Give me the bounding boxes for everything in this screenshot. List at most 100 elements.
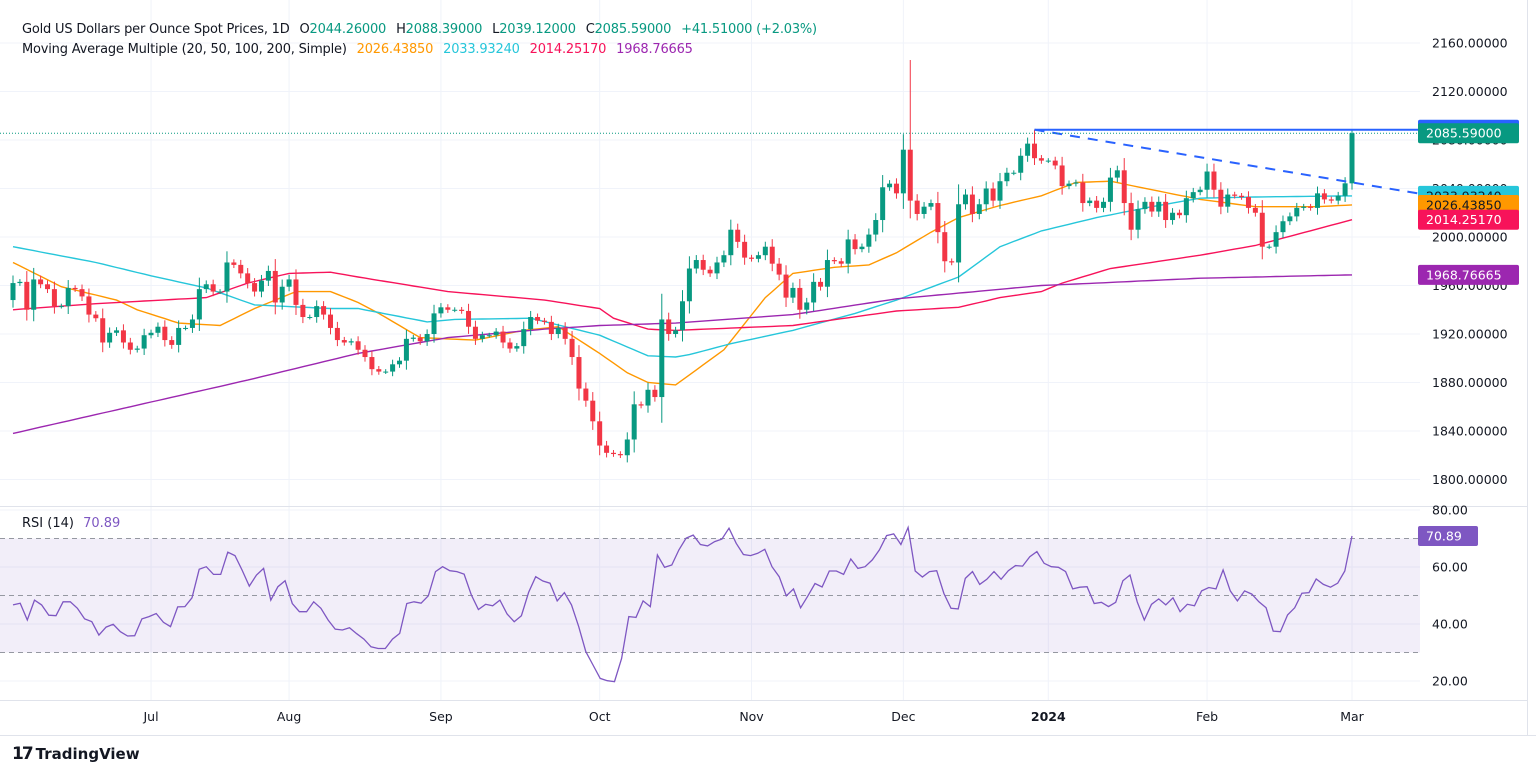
candle-body	[1011, 172, 1017, 174]
candle-body	[452, 309, 458, 311]
candle-body	[176, 327, 182, 345]
candle-body	[528, 317, 534, 330]
candle-body	[631, 404, 637, 440]
candle	[1335, 191, 1341, 205]
candle-body	[1321, 193, 1327, 200]
candle	[673, 326, 679, 338]
candle	[445, 304, 451, 313]
candle	[880, 175, 886, 233]
candle	[714, 256, 720, 280]
candle-body	[107, 332, 113, 343]
price-tag-label: 2014.25170	[1426, 212, 1502, 227]
candle-body	[1128, 203, 1134, 230]
candle	[397, 357, 403, 368]
candle-body	[1342, 183, 1348, 196]
time-axis-label: Dec	[891, 709, 915, 724]
candle-body	[1183, 198, 1189, 216]
candle-body	[1308, 206, 1314, 208]
ma20-line	[12, 180, 1353, 386]
candle-body	[693, 260, 699, 269]
candle-body	[769, 246, 775, 264]
candle-body	[438, 307, 444, 314]
candle-body	[341, 340, 347, 343]
price-axis-label: 2120.00000	[1432, 84, 1508, 99]
candle-body	[203, 284, 209, 290]
candle	[1294, 202, 1300, 222]
candle-body	[804, 302, 810, 310]
candle	[1170, 208, 1176, 225]
candle	[107, 327, 113, 348]
time-axis-label: Oct	[589, 709, 611, 724]
chart-canvas[interactable]: 2160.000002120.000002080.000002040.00000…	[0, 0, 1536, 776]
candle	[624, 432, 630, 463]
candle-body	[1004, 172, 1010, 182]
candle-body	[1225, 194, 1231, 207]
candle	[1045, 158, 1051, 164]
candle-body	[86, 296, 92, 315]
candle	[942, 220, 948, 273]
candle	[1087, 197, 1093, 207]
candle	[31, 267, 37, 322]
high-value: 2088.39000	[405, 22, 483, 37]
candle	[321, 301, 327, 320]
candle-body	[459, 309, 465, 311]
candle	[604, 440, 610, 458]
candle	[535, 313, 541, 325]
candle-body	[1301, 206, 1307, 208]
candle	[10, 275, 16, 308]
candle-body	[907, 149, 913, 201]
rsi-axis-label: 40.00	[1432, 617, 1468, 632]
candle	[1114, 165, 1120, 183]
close-value: 2085.59000	[594, 22, 672, 37]
candle-body	[569, 338, 575, 358]
candle-body	[1018, 155, 1024, 173]
candle	[355, 336, 361, 355]
candle-body	[293, 279, 299, 305]
candle	[507, 338, 513, 353]
candle	[914, 194, 920, 221]
candle-body	[141, 335, 147, 349]
candle	[238, 259, 244, 279]
candle-body	[155, 326, 161, 333]
rsi-legend: RSI (14) 70.89	[22, 516, 120, 531]
candle	[210, 279, 216, 297]
candle-body	[189, 319, 195, 328]
candle	[176, 320, 182, 353]
candle	[1142, 197, 1148, 214]
candle-body	[990, 188, 996, 201]
candle-body	[196, 289, 202, 320]
candle-body	[486, 335, 492, 337]
candle	[721, 250, 727, 268]
rsi-tag-label: 70.89	[1426, 528, 1462, 543]
candle-body	[838, 261, 844, 264]
candle	[362, 345, 368, 362]
price-tag: 1968.76665	[1418, 264, 1519, 285]
high-label: H	[396, 22, 406, 37]
candle-body	[300, 304, 306, 318]
price-tag-label: 2085.59000	[1426, 126, 1502, 141]
time-axis-label: Jul	[142, 709, 158, 724]
candle	[307, 314, 313, 320]
candle-body	[659, 319, 665, 398]
candle	[1032, 129, 1038, 165]
candle-body	[893, 183, 899, 194]
price-tag: 2085.59000	[1418, 123, 1519, 144]
candle-body	[1335, 195, 1341, 201]
candle-body	[245, 273, 251, 284]
candle	[749, 254, 755, 262]
candle-body	[1204, 171, 1210, 190]
candle-body	[114, 330, 120, 333]
candle	[893, 178, 899, 199]
candle	[645, 382, 651, 413]
candle-body	[334, 327, 340, 341]
candle-body	[859, 246, 865, 250]
tradingview-logo[interactable]: 17 TradingView	[12, 744, 140, 764]
candle	[1128, 192, 1134, 241]
time-axis-label: Sep	[429, 709, 453, 724]
candle-body	[541, 320, 547, 322]
candle-body	[445, 307, 451, 310]
time-axis-label: Aug	[277, 709, 301, 724]
candle	[962, 189, 968, 210]
candle	[1239, 192, 1245, 200]
candle-body	[1349, 133, 1355, 184]
